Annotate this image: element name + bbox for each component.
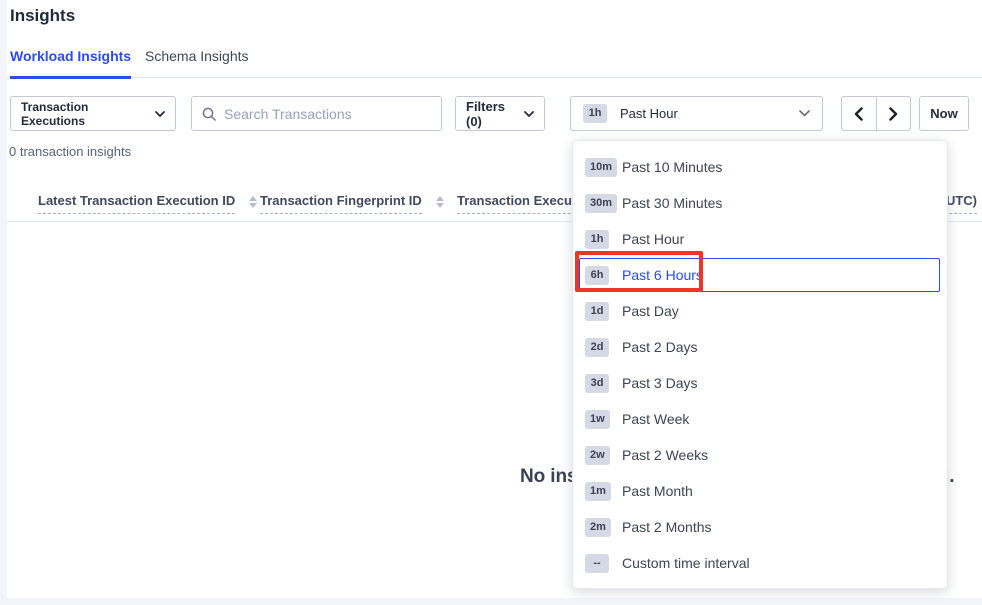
interval-label: Past 2 Weeks: [622, 447, 708, 463]
interval-badge: 1m: [585, 482, 611, 501]
tab-workload-insights[interactable]: Workload Insights: [10, 48, 131, 79]
search-icon: [202, 107, 216, 121]
chevron-down-icon: [524, 111, 534, 117]
dropdown-item-past-30-minutes[interactable]: 30m Past 30 Minutes: [573, 185, 947, 221]
interval-label: Past 2 Months: [622, 519, 712, 535]
column-header-transaction-fingerprint-id[interactable]: Transaction Fingerprint ID: [260, 193, 444, 214]
time-badge: 1h: [583, 104, 607, 123]
dropdown-item-custom-time-interval[interactable]: -- Custom time interval: [573, 545, 947, 581]
insights-count: 0 transaction insights: [9, 144, 131, 159]
prev-interval-button[interactable]: [842, 97, 877, 130]
interval-label: Past 6 Hours: [622, 267, 703, 283]
interval-label: Past Week: [622, 411, 689, 427]
dropdown-item-past-day[interactable]: 1d Past Day: [573, 293, 947, 329]
interval-badge: 1d: [585, 302, 609, 321]
time-interval-selector[interactable]: 1h Past Hour: [570, 96, 823, 131]
dropdown-item-past-2-months[interactable]: 2m Past 2 Months: [573, 509, 947, 545]
interval-badge-slot: 1m: [585, 482, 622, 501]
interval-label: Past Month: [622, 483, 693, 499]
interval-badge: --: [585, 554, 609, 573]
sort-icon[interactable]: [249, 196, 257, 208]
dropdown-item-past-2-weeks[interactable]: 2w Past 2 Weeks: [573, 437, 947, 473]
interval-label: Custom time interval: [622, 555, 750, 571]
time-badge-slot: 1h: [583, 104, 620, 123]
sort-icon[interactable]: [436, 196, 444, 208]
interval-badge-slot: 3d: [585, 374, 622, 393]
interval-badge: 30m: [585, 194, 617, 213]
search-box: [191, 96, 442, 131]
interval-label: Past Day: [622, 303, 679, 319]
interval-badge-slot: 6h: [585, 266, 622, 285]
interval-badge-slot: 1w: [585, 410, 622, 429]
dropdown-item-past-2-days[interactable]: 2d Past 2 Days: [573, 329, 947, 365]
page-title: Insights: [10, 6, 75, 26]
interval-badge: 2d: [585, 338, 609, 357]
interval-badge: 2m: [585, 518, 611, 537]
filters-button[interactable]: Filters (0): [455, 96, 545, 131]
now-button[interactable]: Now: [919, 96, 969, 131]
interval-label: Past 10 Minutes: [622, 159, 722, 175]
dropdown-item-past-10-minutes[interactable]: 10m Past 10 Minutes: [573, 149, 947, 185]
interval-badge: 3d: [585, 374, 609, 393]
dropdown-item-past-3-days[interactable]: 3d Past 3 Days: [573, 365, 947, 401]
view-selector-button[interactable]: Transaction Executions: [10, 96, 176, 131]
filters-label: Filters (0): [466, 99, 524, 129]
next-interval-button[interactable]: [877, 97, 911, 130]
interval-badge: 2w: [585, 446, 610, 465]
tab-bar-divider: [7, 77, 982, 78]
tab-schema-insights[interactable]: Schema Insights: [145, 48, 249, 76]
interval-badge: 1w: [585, 410, 610, 429]
interval-badge-slot: --: [585, 554, 622, 573]
dropdown-item-past-6-hours[interactable]: 6h Past 6 Hours: [573, 257, 947, 293]
chevron-down-icon: [799, 110, 810, 117]
chevron-down-icon: [155, 111, 165, 117]
time-selector-label: Past Hour: [620, 106, 799, 121]
interval-badge-slot: 2w: [585, 446, 622, 465]
interval-badge-slot: 2m: [585, 518, 622, 537]
column-header-latest-transaction-execution-id[interactable]: Latest Transaction Execution ID: [38, 193, 257, 214]
interval-badge-slot: 1d: [585, 302, 622, 321]
dropdown-item-past-month[interactable]: 1m Past Month: [573, 473, 947, 509]
interval-badge-slot: 2d: [585, 338, 622, 357]
dropdown-item-past-week[interactable]: 1w Past Week: [573, 401, 947, 437]
dropdown-item-past-hour[interactable]: 1h Past Hour: [573, 221, 947, 257]
interval-badge-slot: 1h: [585, 230, 622, 249]
interval-badge-slot: 30m: [585, 194, 622, 213]
view-selector-label: Transaction Executions: [21, 100, 155, 128]
interval-badge-slot: 10m: [585, 158, 622, 177]
interval-badge: 1h: [585, 230, 609, 249]
search-input[interactable]: [224, 106, 431, 122]
interval-label: Past 30 Minutes: [622, 195, 722, 211]
interval-badge: 10m: [585, 158, 617, 177]
interval-arrow-group: [841, 96, 911, 131]
interval-label: Past Hour: [622, 231, 684, 247]
chevron-left-icon: [854, 107, 863, 121]
chevron-right-icon: [889, 107, 898, 121]
time-interval-dropdown: 10m Past 10 Minutes 30m Past 30 Minutes 1h Pa…: [572, 140, 948, 589]
interval-label: Past 3 Days: [622, 375, 697, 391]
interval-label: Past 2 Days: [622, 339, 697, 355]
now-label: Now: [930, 106, 957, 121]
interval-badge: 6h: [585, 266, 609, 285]
